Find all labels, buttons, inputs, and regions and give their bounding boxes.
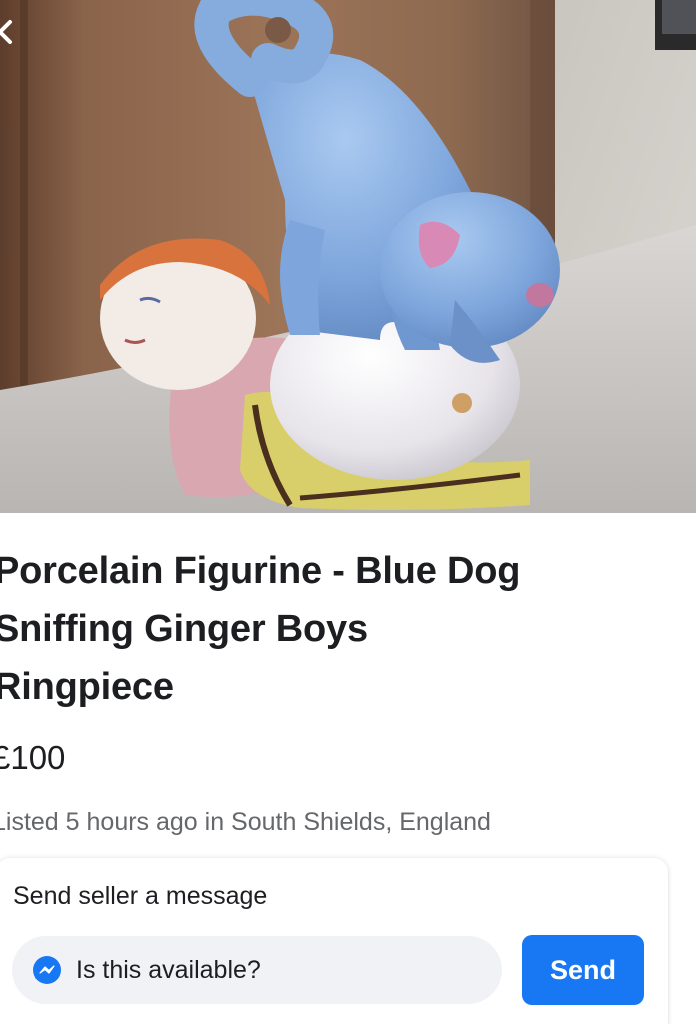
listing-title-line-1: Porcelain Figurine - Blue Dog [0,550,521,592]
message-input[interactable]: Is this available? [12,936,502,1004]
listing-photo[interactable] [0,0,696,513]
listing-title: Porcelain Figurine - Blue Dog Sniffing G… [0,542,684,716]
send-seller-message-card: Send seller a message Is this available?… [0,858,668,1024]
listing-price: £100 [0,739,66,776]
listing-title-line-3: Ringpiece [0,666,174,708]
listing-title-line-2: Sniffing Ginger Boys [0,608,368,650]
listing-meta: Listed 5 hours ago in South Shields, Eng… [0,808,491,836]
messenger-icon [32,955,62,985]
chevron-left-icon[interactable] [0,18,14,46]
message-input-value: Is this available? [76,955,261,984]
marketplace-listing-page: Porcelain Figurine - Blue Dog Sniffing G… [0,0,696,1024]
send-button[interactable]: Send [522,935,644,1005]
figurine-image [0,0,696,513]
send-seller-message-heading: Send seller a message [13,882,268,910]
